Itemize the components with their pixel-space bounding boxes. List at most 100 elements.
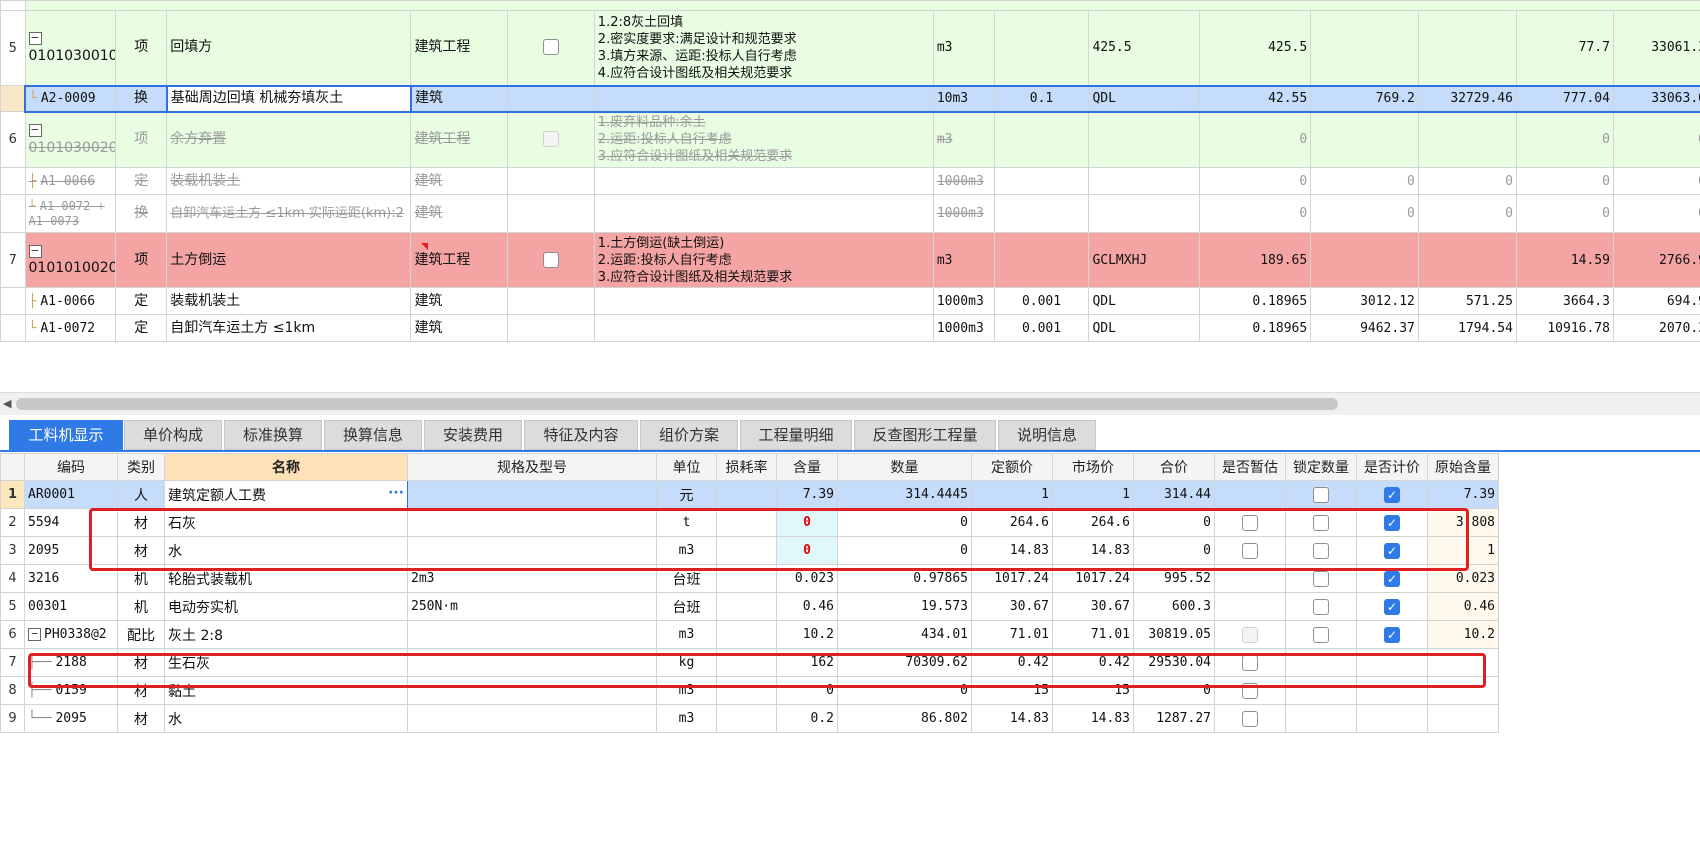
- composite-price-cell[interactable]: 0: [1515, 167, 1614, 195]
- total-cell[interactable]: 1794.54: [1417, 314, 1517, 342]
- quota-price-cell[interactable]: 15: [971, 676, 1053, 705]
- table-row[interactable]: ├ A1-0066 定 装载机装土 建筑 1000m3 0.001 QDL 0.1…: [0, 287, 1700, 315]
- description-cell[interactable]: [593, 314, 934, 342]
- is-priced-checkbox[interactable]: ✓: [1384, 598, 1400, 615]
- content-cell[interactable]: [993, 194, 1090, 233]
- col-header-quota-price[interactable]: 定额价: [971, 453, 1053, 481]
- unit-cell[interactable]: 10m3: [932, 84, 995, 113]
- is-priced-cell[interactable]: ✓: [1356, 480, 1428, 509]
- description-cell[interactable]: [593, 287, 934, 315]
- is-priced-checkbox[interactable]: ✓: [1384, 514, 1400, 531]
- unit-cell[interactable]: 1000m3: [932, 194, 995, 233]
- spec-cell[interactable]: [407, 536, 657, 565]
- name-cell[interactable]: 建筑定额人工费 ···: [164, 480, 408, 509]
- is-estimate-cell[interactable]: [1214, 536, 1286, 565]
- unit-cell[interactable]: kg: [656, 648, 717, 677]
- unit-cell[interactable]: 元: [656, 480, 717, 509]
- unit-price-cell[interactable]: 769.2: [1310, 84, 1419, 113]
- total-cell[interactable]: 314.44: [1133, 480, 1215, 509]
- qty-cell[interactable]: 0.18965: [1199, 314, 1312, 342]
- checkbox-cell[interactable]: [507, 167, 595, 195]
- code-cell[interactable]: −010101002007: [24, 232, 117, 288]
- quantity-cell[interactable]: 86.802: [837, 704, 972, 733]
- col-header-unit[interactable]: 单位: [656, 453, 717, 481]
- is-estimate-checkbox[interactable]: [1242, 514, 1258, 531]
- loss-cell[interactable]: [716, 564, 777, 593]
- spec-cell[interactable]: [407, 676, 657, 705]
- total-cell[interactable]: [1417, 111, 1517, 168]
- total-cell[interactable]: 29530.04: [1133, 648, 1215, 677]
- table-row-selected[interactable]: └ A2-0009 换 基础周边回填 机械夯填灰土 建筑 10m3 0.1 QDL…: [0, 84, 1700, 113]
- content-cell[interactable]: 0.1: [993, 84, 1090, 113]
- content-cell[interactable]: 0: [776, 508, 838, 537]
- spec-cell[interactable]: 2m3: [407, 564, 657, 593]
- unit-price-cell[interactable]: 0: [1310, 167, 1419, 195]
- content-cell[interactable]: 7.39: [776, 480, 838, 509]
- unit-cell[interactable]: m3: [932, 232, 995, 288]
- loss-cell[interactable]: [716, 620, 777, 649]
- quantity-cell[interactable]: 0: [837, 508, 972, 537]
- category-cell[interactable]: 材: [117, 508, 165, 537]
- total-cell[interactable]: 571.25: [1417, 287, 1517, 315]
- major-cell[interactable]: 建筑工程: [410, 111, 509, 168]
- lock-qty-checkbox[interactable]: [1313, 570, 1329, 587]
- checkbox[interactable]: [543, 39, 560, 56]
- qty-expr-cell[interactable]: 425.5: [1088, 10, 1201, 86]
- total-cell[interactable]: 0: [1133, 536, 1215, 565]
- col-header-category[interactable]: 类别: [117, 453, 165, 481]
- type-cell[interactable]: 项: [115, 10, 168, 86]
- code-cell[interactable]: − PH0338@2: [24, 620, 118, 649]
- is-priced-checkbox[interactable]: ✓: [1384, 626, 1400, 643]
- content-cell[interactable]: [993, 111, 1090, 168]
- total-cell[interactable]: 995.52: [1133, 564, 1215, 593]
- unit-price-cell[interactable]: 9462.37: [1310, 314, 1419, 342]
- col-header-total[interactable]: 合价: [1133, 453, 1215, 481]
- col-header-code[interactable]: 编码: [24, 453, 118, 481]
- quantity-cell[interactable]: 314.4445: [837, 480, 972, 509]
- horizontal-scrollbar[interactable]: ◀: [0, 392, 1700, 415]
- table-row-disabled[interactable]: ├A1-0066 定 装载机装土 建筑 1000m3 0 0 0 0 0: [0, 167, 1700, 195]
- qty-expr-cell[interactable]: [1088, 194, 1201, 233]
- table-row[interactable]: 9 └── 2095 材 水 m3 0.2 86.802 14.83 14.83 …: [0, 704, 1499, 733]
- tab-labor-material-machine[interactable]: 工料机显示: [9, 420, 123, 450]
- unit-price-cell[interactable]: [1310, 111, 1419, 168]
- composite-total-cell[interactable]: 2766.9: [1612, 232, 1700, 288]
- major-cell[interactable]: 建筑: [410, 167, 509, 195]
- tab-unit-price-composition[interactable]: 单价构成: [124, 420, 222, 450]
- original-content-cell[interactable]: 3.808: [1427, 508, 1499, 537]
- checkbox[interactable]: [543, 251, 560, 268]
- collapse-icon[interactable]: −: [28, 244, 42, 258]
- qty-expr-cell[interactable]: QDL: [1088, 84, 1201, 113]
- scroll-left-icon[interactable]: ◀: [3, 397, 11, 410]
- qty-cell[interactable]: 42.55: [1199, 84, 1312, 113]
- composite-total-cell[interactable]: 694.9: [1612, 287, 1700, 315]
- is-priced-checkbox[interactable]: ✓: [1384, 570, 1400, 587]
- market-price-cell[interactable]: 14.83: [1052, 704, 1134, 733]
- unit-cell[interactable]: 台班: [656, 564, 717, 593]
- is-estimate-checkbox[interactable]: [1242, 654, 1258, 671]
- name-cell[interactable]: 电动夯实机: [164, 592, 408, 621]
- is-estimate-checkbox[interactable]: [1242, 682, 1258, 699]
- original-content-cell[interactable]: 1: [1427, 536, 1499, 565]
- table-row-selected[interactable]: 1 AR0001 人 建筑定额人工费 ··· 元 7.39 314.4445 1 …: [0, 480, 1499, 509]
- loss-cell[interactable]: [716, 480, 777, 509]
- lock-qty-cell[interactable]: [1285, 508, 1357, 537]
- is-priced-cell[interactable]: ✓: [1356, 536, 1428, 565]
- total-cell[interactable]: 0: [1417, 194, 1517, 233]
- tab-description-info[interactable]: 说明信息: [998, 420, 1096, 450]
- unit-cell[interactable]: m3: [932, 10, 995, 86]
- col-header-spec[interactable]: 规格及型号: [407, 453, 657, 481]
- quota-price-cell[interactable]: 0.42: [971, 648, 1053, 677]
- table-row[interactable]: 2 5594 材 石灰 t 0 0 264.6 264.6 0 ✓ 3.808: [0, 508, 1499, 537]
- category-cell[interactable]: 材: [117, 648, 165, 677]
- category-cell[interactable]: 配比: [117, 620, 165, 649]
- loss-cell[interactable]: [716, 508, 777, 537]
- quota-price-cell[interactable]: 264.6: [971, 508, 1053, 537]
- composite-total-cell[interactable]: 2070.3: [1612, 314, 1700, 342]
- name-edit-cell[interactable]: 基础周边回填 机械夯填灰土: [165, 84, 412, 113]
- unit-cell[interactable]: 1000m3: [932, 314, 995, 342]
- name-cell[interactable]: 回填方: [166, 10, 412, 86]
- spec-cell[interactable]: [407, 508, 657, 537]
- original-content-cell[interactable]: 0.023: [1427, 564, 1499, 593]
- description-cell[interactable]: 1.2:8灰土回填 2.密实度要求:满足设计和规范要求 3.填方来源、运距:投标…: [593, 10, 934, 86]
